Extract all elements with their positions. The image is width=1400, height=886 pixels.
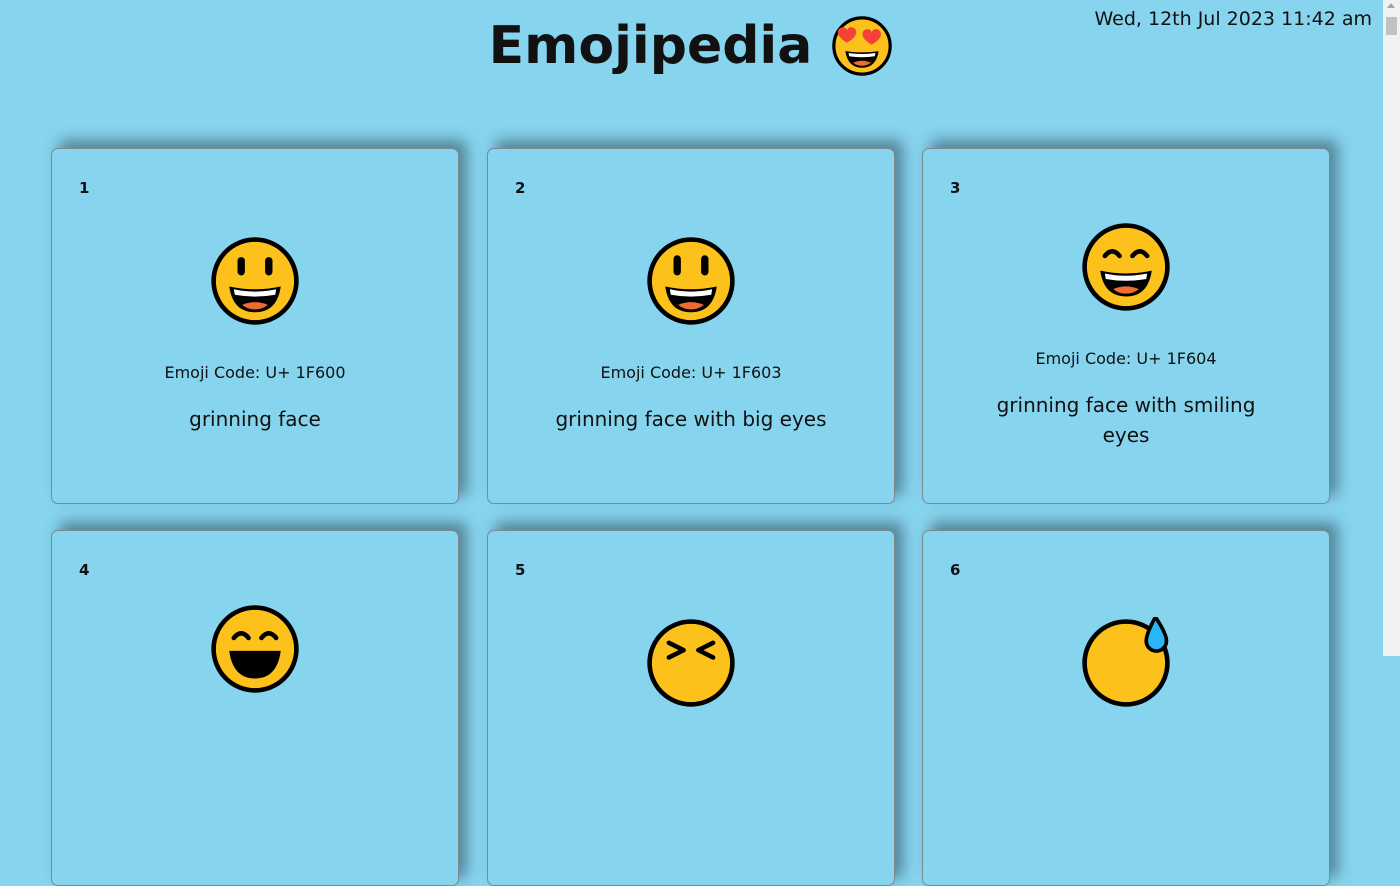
emoji-code: Emoji Code: U+ 1F604 bbox=[1035, 349, 1217, 368]
emoji-name: grinning face bbox=[189, 407, 321, 431]
card-number: 6 bbox=[950, 561, 961, 579]
grinning-face-with-big-eyes-icon bbox=[645, 235, 737, 327]
heart-eyes-emoji-icon bbox=[830, 14, 894, 78]
page-title: Emojipedia bbox=[488, 16, 813, 76]
page-header: Emojipedia bbox=[0, 14, 1383, 78]
emoji-code: Emoji Code: U+ 1F600 bbox=[164, 363, 346, 382]
emoji-code: Emoji Code: U+ 1F603 bbox=[600, 363, 782, 382]
card-number: 5 bbox=[515, 561, 526, 579]
beaming-face-icon bbox=[209, 603, 301, 695]
grinning-face-with-smiling-eyes-icon bbox=[1080, 221, 1172, 313]
grinning-face-with-sweat-icon bbox=[1080, 613, 1172, 709]
emoji-name: grinning face with smiling eyes bbox=[996, 393, 1256, 447]
scroll-up-arrow-icon[interactable] bbox=[1387, 3, 1395, 8]
emoji-card[interactable]: 4 bbox=[51, 530, 459, 886]
emoji-card[interactable]: 1 Emoji Code: U+ 1F600 grinning face bbox=[51, 148, 459, 504]
grinning-face-icon bbox=[209, 235, 301, 327]
card-number: 4 bbox=[79, 561, 90, 579]
card-number: 1 bbox=[79, 179, 90, 197]
emoji-card[interactable]: 5 bbox=[487, 530, 895, 886]
emoji-name: grinning face with big eyes bbox=[555, 407, 827, 431]
emoji-card-grid: 1 Emoji Code: U+ 1F600 grinning face 2 E… bbox=[51, 148, 1332, 886]
emoji-card[interactable]: 3 Emoji Code: U+ 1F604 grinning face wit… bbox=[922, 148, 1330, 504]
vertical-scrollbar[interactable] bbox=[1383, 0, 1400, 656]
squinting-face-icon bbox=[645, 617, 737, 709]
emoji-card[interactable]: 6 bbox=[922, 530, 1330, 886]
card-number: 3 bbox=[950, 179, 961, 197]
scrollbar-thumb[interactable] bbox=[1386, 17, 1397, 35]
emoji-card[interactable]: 2 Emoji Code: U+ 1F603 grinning face wit… bbox=[487, 148, 895, 504]
card-number: 2 bbox=[515, 179, 526, 197]
